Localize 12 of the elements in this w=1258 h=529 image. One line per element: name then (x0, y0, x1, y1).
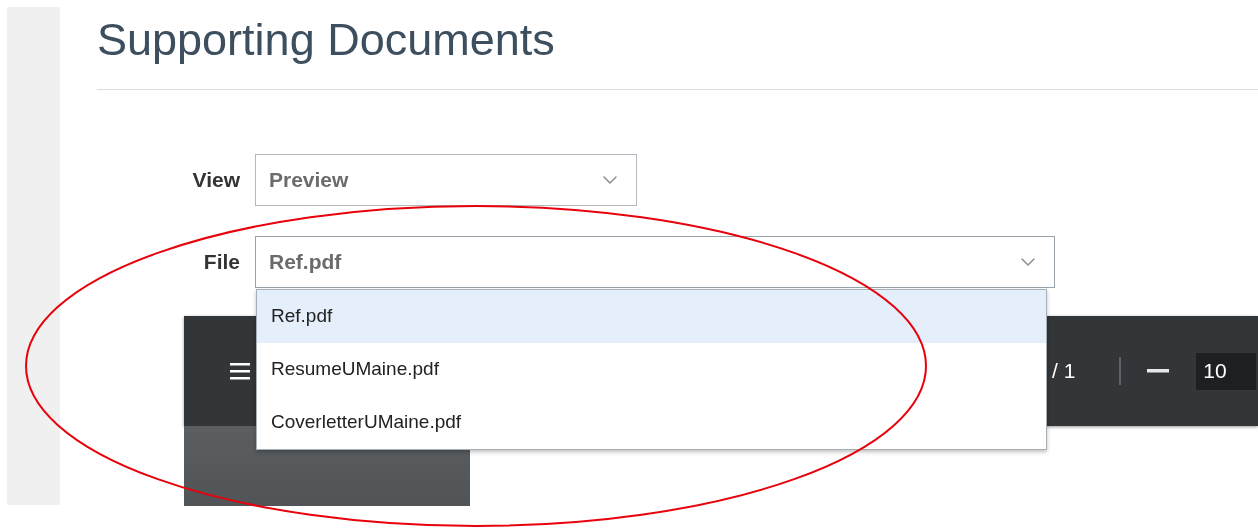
page-title: Supporting Documents (97, 13, 555, 67)
field-label: File (202, 249, 240, 276)
zoom-field[interactable]: 10 (1196, 352, 1257, 390)
page-count: / 1 (1052, 358, 1076, 385)
menu-icon[interactable] (230, 362, 250, 380)
dropdown-option[interactable]: CoverletterUMaine.pdf (257, 396, 1046, 449)
dropdown-select[interactable]: Ref.pdf (255, 236, 1055, 288)
field-label: View (191, 167, 240, 194)
dropdown-select[interactable]: Preview (255, 154, 637, 206)
zoom-out-icon[interactable] (1147, 369, 1170, 373)
dropdown-option[interactable]: ResumeUMaine.pdf (257, 343, 1046, 396)
dropdown-option[interactable]: Ref.pdf (257, 290, 1046, 343)
